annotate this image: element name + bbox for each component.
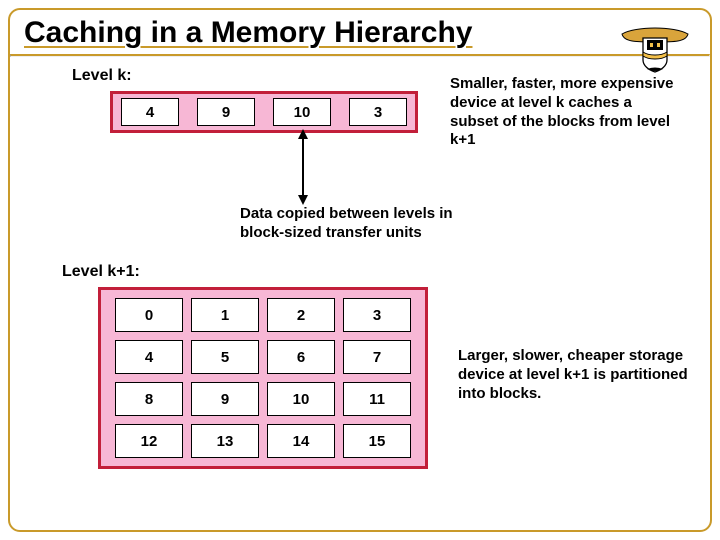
transfer-arrow-icon [295,129,311,205]
block-cell: 3 [349,98,407,126]
level-k1-label: Level k+1: [62,263,140,281]
block-cell: 12 [115,424,183,458]
block-cell: 6 [267,340,335,374]
block-cell: 1 [191,298,259,332]
block-cell: 9 [197,98,255,126]
block-cell: 0 [115,298,183,332]
level-k-row: 4 9 10 3 [110,91,418,133]
slide-frame: Caching in a Memory Hierarchy Level k: 4… [8,8,712,532]
block-cell: 4 [115,340,183,374]
block-cell: 3 [343,298,411,332]
page-title: Caching in a Memory Hierarchy [24,16,696,50]
slide: Caching in a Memory Hierarchy Level k: 4… [0,0,720,540]
block-cell: 13 [191,424,259,458]
level-k-annotation: Smaller, faster, more expensive device a… [450,75,680,150]
block-cell: 7 [343,340,411,374]
block-cell: 5 [191,340,259,374]
content-area: Level k: 4 9 10 3 Smaller, faster, more … [10,57,710,505]
level-k-label: Level k: [72,67,132,85]
block-cell: 4 [121,98,179,126]
block-cell: 11 [343,382,411,416]
transfer-annotation: Data copied between levels in block-size… [240,205,500,243]
block-cell: 10 [273,98,331,126]
block-cell: 9 [191,382,259,416]
title-bar: Caching in a Memory Hierarchy [10,10,710,54]
block-cell: 14 [267,424,335,458]
block-cell: 15 [343,424,411,458]
block-cell: 10 [267,382,335,416]
level-k1-annotation: Larger, slower, cheaper storage device a… [458,347,694,403]
block-cell: 8 [115,382,183,416]
level-k1-grid: 0 1 2 3 4 5 6 7 8 9 10 11 12 13 14 15 [98,287,428,469]
block-cell: 2 [267,298,335,332]
